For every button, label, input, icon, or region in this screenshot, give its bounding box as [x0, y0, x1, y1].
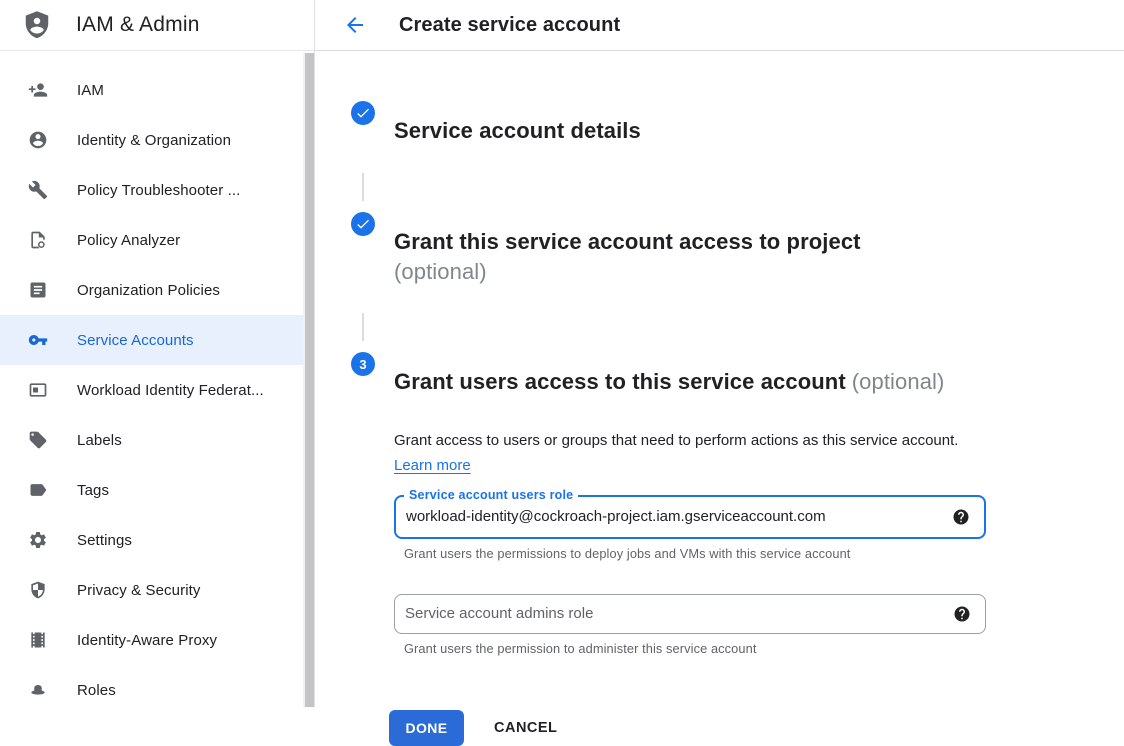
service-account-admins-role-field — [394, 594, 986, 634]
step-1: Service account details — [351, 98, 1124, 165]
sidebar-item-privacy-security[interactable]: Privacy & Security — [0, 565, 303, 615]
proxy-icon — [28, 630, 48, 650]
sidebar-item-roles[interactable]: Roles — [0, 665, 303, 715]
person-add-icon — [28, 80, 48, 100]
sidebar: IAM & Admin IAM Identity & Organization … — [0, 0, 315, 707]
badge-card-icon — [28, 380, 48, 400]
back-arrow-icon[interactable] — [343, 13, 367, 37]
sidebar-item-policy-troubleshooter[interactable]: Policy Troubleshooter ... — [0, 165, 303, 215]
service-account-users-role-field: Service account users role — [394, 495, 986, 539]
sidebar-item-organization-policies[interactable]: Organization Policies — [0, 265, 303, 315]
sidebar-item-label: Workload Identity Federat... — [77, 382, 264, 399]
step-2: Grant this service account access to pro… — [351, 209, 1124, 306]
app-window: IAM & Admin IAM Identity & Organization … — [0, 0, 1124, 707]
main-panel: Create service account Service account d… — [315, 0, 1124, 707]
sidebar-item-label: Labels — [77, 432, 122, 449]
sidebar-scrollbar[interactable] — [303, 53, 314, 707]
sidebar-item-label: IAM — [77, 82, 104, 99]
sidebar-item-policy-analyzer[interactable]: Policy Analyzer — [0, 215, 303, 265]
step-2-check-icon — [351, 212, 375, 236]
label-tag-icon — [28, 430, 48, 450]
step-connector — [362, 313, 364, 341]
sidebar-item-iam[interactable]: IAM — [0, 65, 303, 115]
roles-hat-icon — [28, 680, 48, 700]
step-3-title: Grant users access to this service accou… — [394, 367, 944, 397]
users-role-helper-text: Grant users the permissions to deploy jo… — [404, 546, 1124, 561]
sidebar-item-identity-aware-proxy[interactable]: Identity-Aware Proxy — [0, 615, 303, 665]
tag-arrow-icon — [28, 480, 48, 500]
users-role-input[interactable] — [396, 497, 952, 537]
sidebar-header: IAM & Admin — [0, 0, 314, 51]
step-2-title: Grant this service account access to pro… — [394, 227, 861, 287]
sidebar-item-label: Policy Troubleshooter ... — [77, 182, 240, 199]
help-icon[interactable] — [952, 508, 970, 526]
sidebar-nav: IAM Identity & Organization Policy Troub… — [0, 51, 303, 715]
admins-role-helper-text: Grant users the permission to administer… — [404, 641, 1124, 656]
step-1-check-icon — [351, 101, 375, 125]
sidebar-item-label: Identity & Organization — [77, 132, 231, 149]
sidebar-item-label: Identity-Aware Proxy — [77, 632, 217, 649]
sidebar-item-label: Privacy & Security — [77, 582, 201, 599]
sidebar-item-settings[interactable]: Settings — [0, 515, 303, 565]
sidebar-item-labels[interactable]: Labels — [0, 415, 303, 465]
admins-role-input[interactable] — [395, 595, 953, 633]
step-3-number-badge: 3 — [351, 352, 375, 376]
page-title: Create service account — [399, 14, 620, 37]
step-3: 3 Grant users access to this service acc… — [351, 349, 1124, 416]
sidebar-item-label: Policy Analyzer — [77, 232, 180, 249]
step-2-optional-label: (optional) — [394, 257, 861, 287]
cancel-button[interactable]: CANCEL — [492, 720, 559, 736]
sidebar-item-workload-identity-federat[interactable]: Workload Identity Federat... — [0, 365, 303, 415]
learn-more-link[interactable]: Learn more — [394, 457, 471, 474]
help-icon[interactable] — [953, 605, 971, 623]
page-header: Create service account — [315, 0, 1124, 51]
wrench-icon — [28, 180, 48, 200]
sidebar-item-service-accounts[interactable]: Service Accounts — [0, 315, 303, 365]
step-3-optional-label: (optional) — [852, 369, 945, 394]
article-icon — [28, 280, 48, 300]
policy-analyzer-icon — [28, 230, 48, 250]
form-actions: DONE CANCEL — [389, 710, 1124, 746]
sidebar-item-label: Tags — [77, 482, 109, 499]
shield-icon — [28, 580, 48, 600]
gear-icon — [28, 530, 48, 550]
sidebar-item-label: Organization Policies — [77, 282, 220, 299]
key-icon — [28, 330, 48, 350]
step-3-body: Grant access to users or groups that nee… — [394, 428, 1124, 746]
users-role-floating-label: Service account users role — [404, 488, 578, 502]
sidebar-item-label: Service Accounts — [77, 332, 194, 349]
sidebar-item-identity-organization[interactable]: Identity & Organization — [0, 115, 303, 165]
iam-admin-logo-icon — [20, 7, 54, 43]
sidebar-item-label: Settings — [77, 532, 132, 549]
create-service-account-form: Service account details Grant this servi… — [315, 51, 1124, 746]
step-1-title: Service account details — [394, 116, 641, 146]
product-title: IAM & Admin — [76, 13, 200, 37]
step-3-description: Grant access to users or groups that nee… — [394, 428, 962, 478]
account-circle-icon — [28, 130, 48, 150]
step-connector — [362, 173, 364, 201]
sidebar-item-tags[interactable]: Tags — [0, 465, 303, 515]
sidebar-item-label: Roles — [77, 682, 116, 699]
done-button[interactable]: DONE — [389, 710, 464, 746]
